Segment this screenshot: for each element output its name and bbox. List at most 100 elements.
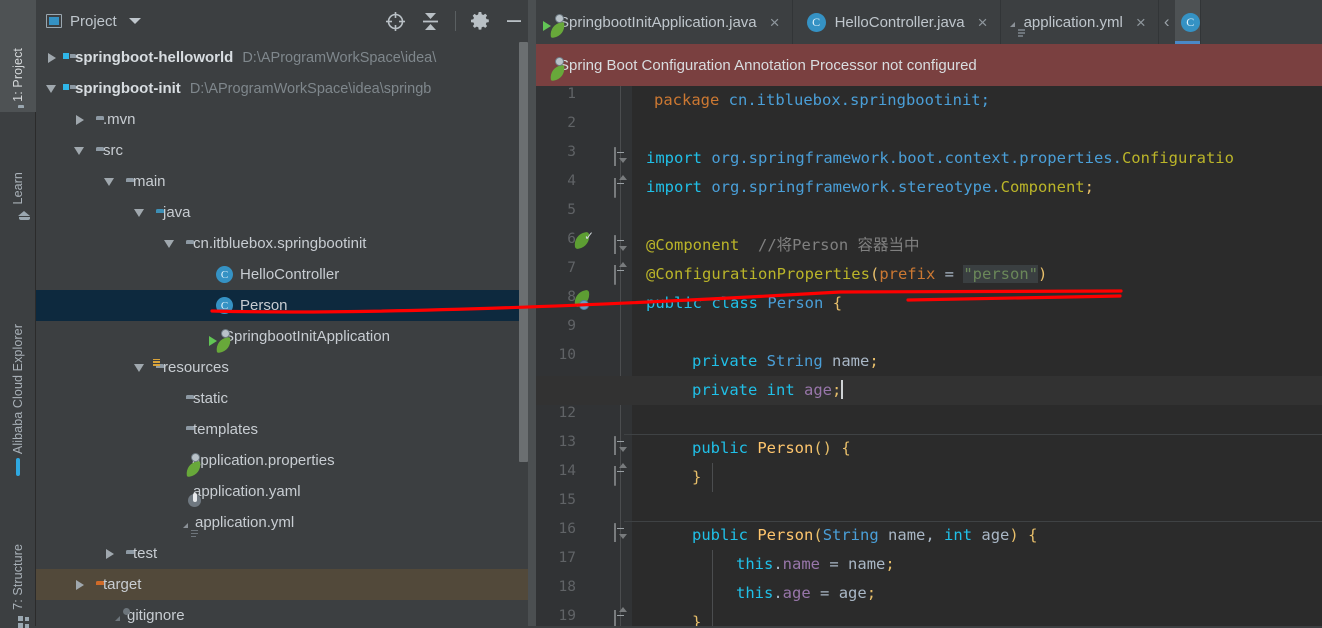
java-class-icon: C: [216, 266, 233, 283]
tree-node-application-yml[interactable]: application.yml: [36, 507, 536, 538]
tree-node-label: application.yaml: [193, 483, 301, 500]
sidebar-item-structure[interactable]: 7: Structure: [0, 490, 36, 628]
tree-node-label: Person: [240, 297, 288, 314]
project-panel-scrollbar[interactable]: [519, 42, 528, 602]
collapse-arrow-icon[interactable]: [132, 205, 148, 221]
tree-node-templates[interactable]: templates: [36, 414, 536, 445]
expand-arrow-icon[interactable]: [102, 546, 118, 562]
tree-node-springbootinitapplication[interactable]: SpringbootInitApplication: [36, 321, 536, 353]
line-number: 17: [558, 550, 576, 566]
notification-bar[interactable]: Spring Boot Configuration Annotation Pro…: [536, 44, 1322, 86]
tree-node-package[interactable]: cn.itbluebox.springbootinit: [36, 228, 536, 259]
tree-node-java[interactable]: java: [36, 197, 536, 228]
collapse-arrow-icon[interactable]: [72, 143, 88, 159]
project-view-selector[interactable]: Project: [46, 13, 141, 30]
current-line-highlight: [536, 376, 1322, 405]
spring-bean-check-icon[interactable]: ✓: [572, 230, 594, 251]
tree-node-mvn[interactable]: .mvn: [36, 104, 536, 135]
panel-right-edge: [528, 0, 536, 626]
line-number: 8: [567, 289, 576, 305]
project-tool-window: Project springboot-helloworld D:\AProgra…: [36, 0, 536, 626]
tree-node-target[interactable]: target: [36, 569, 536, 600]
expand-arrow-icon[interactable]: [44, 50, 60, 66]
indent-guide: [712, 550, 713, 626]
line-number: 5: [567, 202, 576, 218]
fold-marker-class-close[interactable]: [614, 262, 627, 285]
scrollbar-thumb[interactable]: [519, 42, 528, 462]
chevron-down-icon[interactable]: [128, 18, 141, 24]
fold-marker-ctor2-close[interactable]: [614, 607, 627, 626]
tree-node-label: templates: [193, 421, 259, 438]
code-line-11: private int age;: [692, 380, 843, 399]
line-number: 13: [558, 434, 576, 450]
collapse-arrow-icon[interactable]: [132, 360, 148, 376]
line-number: 3: [567, 144, 576, 160]
expand-arrow-icon[interactable]: [72, 112, 88, 128]
line-number: 7: [567, 260, 576, 276]
line-number: 19: [558, 608, 576, 624]
tab-springbootinitapplication-java[interactable]: SpringbootInitApplication.java ×: [536, 0, 793, 44]
tree-node-person[interactable]: C Person: [36, 290, 536, 321]
tree-node-src[interactable]: src: [36, 135, 536, 166]
tree-node-resources[interactable]: resources: [36, 352, 536, 383]
code-line-17: this.name = name;: [736, 555, 895, 573]
collapse-arrow-icon[interactable]: [162, 236, 178, 252]
project-panel-header: Project: [36, 0, 536, 42]
minimize-icon[interactable]: [504, 11, 524, 31]
fold-marker-imports-close[interactable]: [614, 175, 627, 198]
tree-node-main[interactable]: main: [36, 166, 536, 197]
locate-icon[interactable]: [385, 11, 406, 32]
collapse-arrow-icon[interactable]: [44, 81, 60, 97]
tree-node-label: SpringbootInitApplication: [224, 328, 390, 345]
tree-node-application-properties[interactable]: application.properties: [36, 445, 536, 477]
tab-application-yml[interactable]: application.yml ×: [1000, 0, 1159, 44]
code-editor[interactable]: 1 2 3 4 5 6 7 8 9 10 11 12 13 14 15 16 1…: [536, 86, 1322, 626]
fold-marker-ctor2-open[interactable]: [614, 523, 627, 542]
tab-scroll-left-icon[interactable]: ‹: [1158, 0, 1175, 44]
fold-marker-imports-open[interactable]: [614, 147, 627, 166]
fold-marker-ctor1-close[interactable]: [614, 463, 627, 486]
cloud-icon: [16, 458, 20, 476]
sidebar-item-learn[interactable]: Learn: [0, 128, 36, 214]
tree-node-hellocontroller[interactable]: C HelloController: [36, 259, 536, 290]
tree-node-test[interactable]: test: [36, 538, 536, 569]
code-line-14: }: [692, 468, 702, 486]
tree-node-static[interactable]: static: [36, 383, 536, 414]
tree-node-label: static: [193, 390, 229, 407]
tree-node-path: D:\AProgramWorkSpace\idea\: [242, 49, 437, 66]
java-class-icon: C: [806, 12, 826, 32]
collapse-arrow-icon[interactable]: [102, 174, 118, 190]
sidebar-item-alibaba-cloud-explorer-label: Alibaba Cloud Explorer: [11, 323, 25, 454]
tree-node-springboot-init[interactable]: springboot-init D:\AProgramWorkSpace\ide…: [36, 73, 536, 104]
tab-person-java-active[interactable]: C: [1174, 0, 1201, 44]
fold-marker-ctor1-open[interactable]: [614, 436, 627, 455]
tab-hellocontroller-java[interactable]: C HelloController.java ×: [792, 0, 1001, 44]
spring-bean-icon[interactable]: [572, 289, 593, 310]
code-line-10: private String name;: [692, 352, 879, 370]
sidebar-item-alibaba-cloud-explorer[interactable]: Alibaba Cloud Explorer: [0, 228, 36, 478]
tree-node-springboot-helloworld[interactable]: springboot-helloworld D:\AProgramWorkSpa…: [36, 42, 536, 73]
tree-node-gitignore[interactable]: gitignore: [36, 600, 536, 626]
collapse-all-icon[interactable]: [420, 11, 441, 32]
tree-node-label: test: [133, 545, 158, 562]
sidebar-item-project[interactable]: 1: Project: [0, 0, 36, 112]
tree-node-application-yaml[interactable]: application.yaml: [36, 476, 536, 507]
close-icon[interactable]: ×: [770, 14, 780, 31]
tool-window-strip: 1: Project Learn Alibaba Cloud Explorer …: [0, 0, 36, 628]
project-tree[interactable]: springboot-helloworld D:\AProgramWorkSpa…: [36, 42, 536, 626]
toolbar-divider: [455, 11, 456, 31]
code-line-13: public Person() {: [692, 439, 851, 457]
code-line-6: @Component //将Person 容器当中: [646, 236, 920, 254]
project-panel-title: Project: [70, 12, 117, 30]
gear-icon[interactable]: [470, 11, 490, 31]
code-text-area[interactable]: package cn.itbluebox.springbootinit; imp…: [536, 86, 1322, 626]
close-icon[interactable]: ×: [978, 14, 988, 31]
tree-node-label: src: [103, 142, 123, 159]
close-icon[interactable]: ×: [1136, 14, 1146, 31]
fold-marker-class-open[interactable]: [614, 235, 627, 254]
line-number: 4: [567, 173, 576, 189]
editor-gutter[interactable]: 1 2 3 4 5 6 7 8 9 10 11 12 13 14 15 16 1…: [536, 86, 632, 626]
expand-arrow-icon[interactable]: [72, 577, 88, 593]
line-number: 10: [558, 347, 576, 363]
line-number: 18: [558, 579, 576, 595]
